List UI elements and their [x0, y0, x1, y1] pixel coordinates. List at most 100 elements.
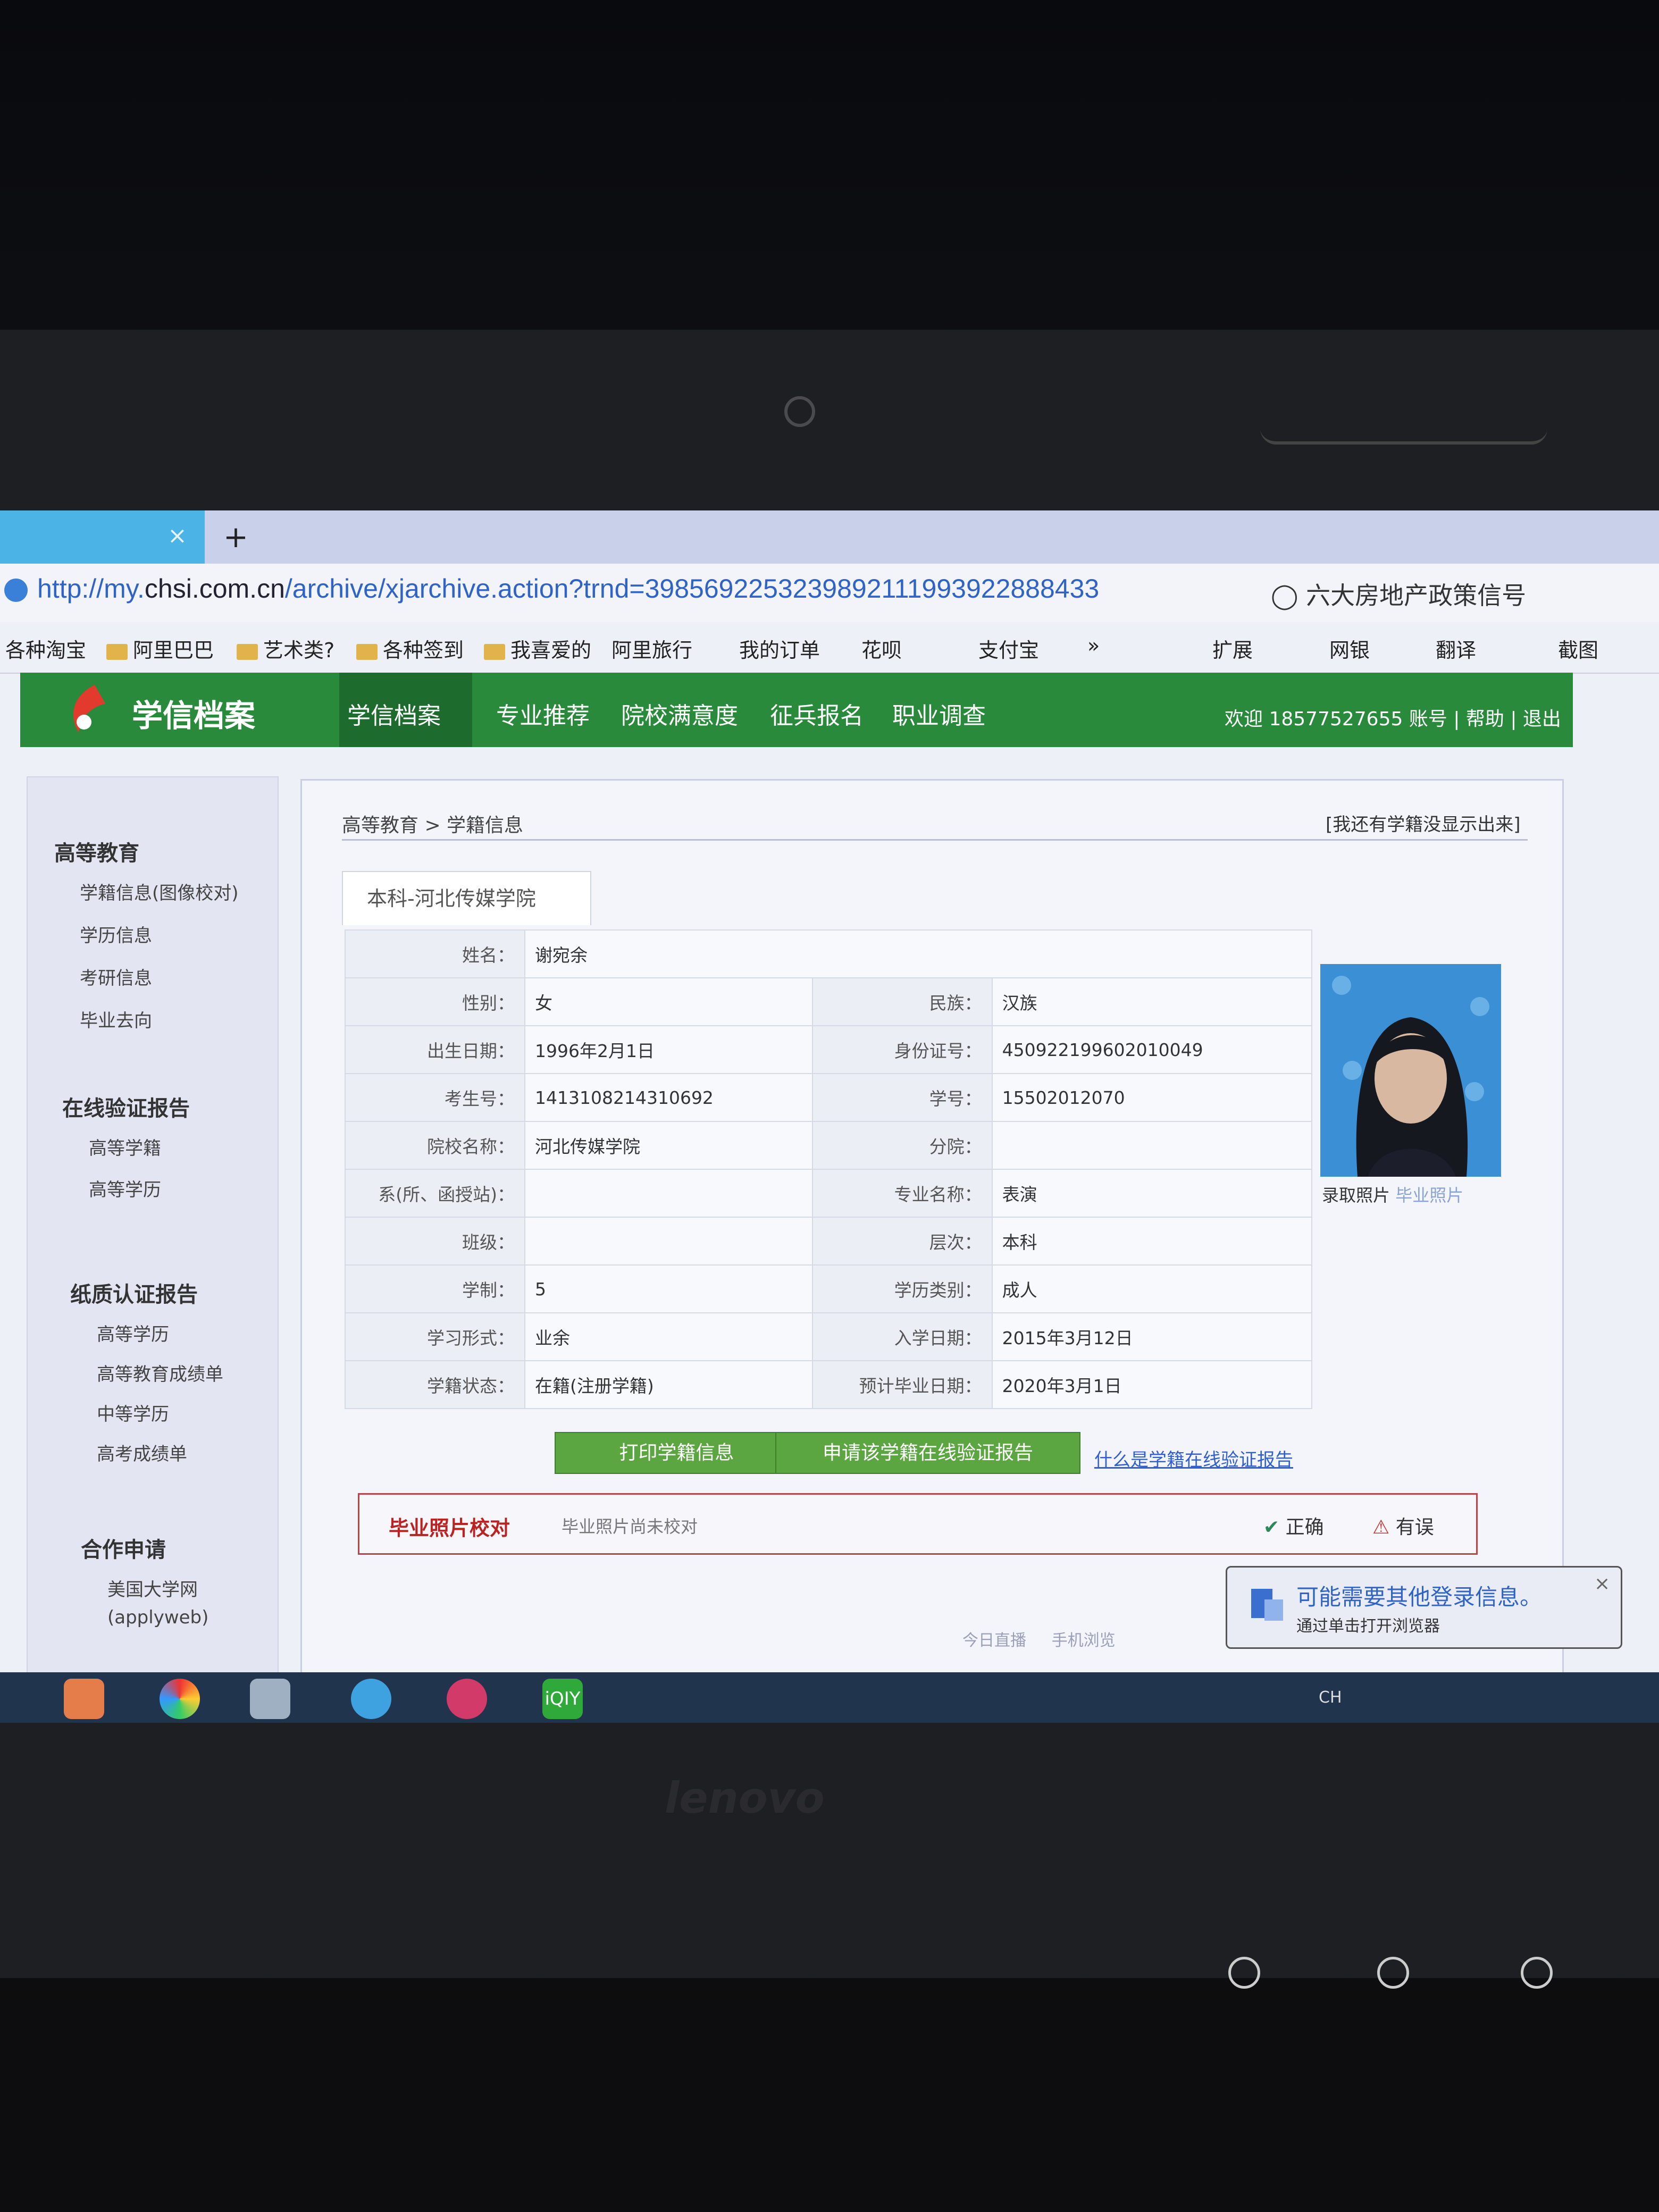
bookmark-item[interactable]: 花呗	[861, 634, 902, 663]
toolbar-screenshot[interactable]: 截图	[1558, 634, 1598, 663]
search-text: 六大房地产政策信号	[1306, 581, 1527, 610]
logout-link[interactable]: 退出	[1523, 708, 1561, 730]
bookmarks-more[interactable]: »	[1087, 634, 1100, 657]
table-row: 系(所、函授站)： 专业名称： 表演	[345, 1169, 1313, 1218]
sidebar-item-online-xueli[interactable]: 高等学历	[89, 1175, 161, 1201]
webcam	[784, 396, 815, 427]
field-class	[524, 1217, 813, 1266]
admission-photo	[1320, 964, 1501, 1177]
bookmark-label: 阿里巴巴	[133, 639, 214, 662]
welcome-text[interactable]: 欢迎 18577527655 账号	[1225, 708, 1447, 730]
media-player-icon[interactable]	[64, 1679, 104, 1719]
bookmark-item[interactable]: 支付宝	[978, 634, 1039, 663]
photo-check-status: 毕业照片尚未校对	[562, 1516, 698, 1537]
bookmark-label: 我的订单	[739, 639, 820, 662]
apply-report-button[interactable]: 申请该学籍在线验证报告	[775, 1432, 1080, 1474]
field-id: 450922199602010049	[991, 1025, 1313, 1074]
logo-icon	[73, 685, 105, 733]
mobile-link[interactable]: 手机浏览	[1052, 1631, 1116, 1650]
sidebar-section-paper-report[interactable]: 纸质认证报告	[70, 1277, 198, 1308]
field-branch	[991, 1121, 1313, 1170]
bookmark-item[interactable]: 阿里巴巴	[106, 634, 214, 663]
bookmark-item[interactable]: 艺术类?	[237, 634, 334, 663]
welcome-bar: 欢迎 18577527655 账号 | 帮助 | 退出	[1225, 708, 1561, 730]
browser-taskbar-icon[interactable]	[250, 1679, 290, 1719]
nav-major-recommend[interactable]: 专业推荐	[496, 697, 590, 731]
site-logo-text[interactable]: 学信档案	[132, 691, 255, 735]
what-is-report-link[interactable]: 什么是学籍在线验证报告	[1094, 1445, 1293, 1471]
folder-icon	[237, 643, 258, 660]
sidebar-item-secondary[interactable]: 中等学历	[97, 1400, 169, 1426]
bookmark-label: 我喜爱的	[510, 639, 592, 662]
table-row: 学制： 5 学历类别： 成人	[345, 1264, 1313, 1313]
color-app-icon[interactable]	[160, 1679, 200, 1719]
sidebar-item-paper-xueli[interactable]: 高等学历	[97, 1320, 169, 1346]
tab-close-icon[interactable]: ×	[167, 522, 189, 549]
table-row: 姓名： 谢宛余	[345, 929, 1312, 978]
help-link[interactable]: 帮助	[1466, 708, 1504, 730]
photo-frame: × + http://my.chsi.com.cn/archive/xjarch…	[0, 0, 1659, 2212]
url-text[interactable]: http://my.chsi.com.cn/archive/xjarchive.…	[37, 573, 1099, 604]
nav-satisfaction[interactable]: 院校满意度	[621, 697, 738, 731]
search-app-icon[interactable]	[351, 1679, 391, 1719]
live-link[interactable]: 今日直播	[962, 1631, 1026, 1650]
new-tab-button[interactable]: +	[223, 520, 248, 555]
graduation-photo-label[interactable]: 毕业照片	[1395, 1185, 1463, 1205]
language-indicator[interactable]: CH	[1319, 1688, 1342, 1707]
field-student-no: 15502012070	[991, 1073, 1313, 1122]
error-button[interactable]: ⚠ 有误	[1372, 1512, 1434, 1539]
search-box[interactable]: ◯ 六大房地产政策信号	[1271, 576, 1526, 611]
field-label: 姓名：	[345, 929, 525, 978]
bookmark-label: 各种淘宝	[5, 639, 87, 662]
toolbar-bank[interactable]: 网银	[1329, 634, 1370, 663]
address-bar[interactable]: http://my.chsi.com.cn/archive/xjarchive.…	[0, 564, 1659, 623]
breadcrumb[interactable]: 高等教育 > 学籍信息	[342, 810, 523, 837]
bookmark-item[interactable]: 我喜爱的	[484, 634, 591, 663]
bookmark-item[interactable]: 各种签到	[356, 634, 464, 663]
field-name: 谢宛余	[524, 929, 1312, 978]
table-row: 出生日期： 1996年2月1日 身份证号： 450922199602010049	[345, 1025, 1313, 1074]
sidebar-item-xueji[interactable]: 学籍信息(图像校对)	[80, 878, 239, 904]
table-row: 学习形式： 业余 入学日期： 2015年3月12日	[345, 1312, 1313, 1361]
field-label: 专业名称：	[811, 1169, 993, 1218]
nav-archive[interactable]: 学信档案	[347, 697, 441, 731]
admission-photo-label[interactable]: 录取照片	[1322, 1185, 1390, 1205]
sidebar-item-gaokao[interactable]: 高考成绩单	[97, 1439, 187, 1465]
sidebar-item-xueli[interactable]: 学历信息	[80, 921, 152, 947]
bookmark-item[interactable]: 各种淘宝	[5, 634, 86, 663]
video-player-icon[interactable]	[447, 1679, 487, 1719]
correct-button[interactable]: ✔ 正确	[1263, 1512, 1324, 1539]
sidebar-section-higher-ed[interactable]: 高等教育	[54, 836, 139, 867]
nav-career-survey[interactable]: 职业调查	[892, 697, 986, 731]
sidebar-item-applyweb-sub[interactable]: (applyweb)	[107, 1607, 208, 1628]
folder-icon	[484, 643, 505, 660]
bookmark-item[interactable]: 阿里旅行	[611, 634, 692, 663]
login-notification[interactable]: 可能需要其他登录信息。 通过单击打开浏览器 ×	[1226, 1566, 1622, 1649]
toolbar-extension[interactable]: 扩展	[1212, 634, 1253, 663]
tab-school[interactable]: 本科-河北传媒学院	[342, 871, 591, 925]
field-label: 学籍状态：	[345, 1360, 525, 1409]
sidebar-section-online-report[interactable]: 在线验证报告	[62, 1091, 190, 1122]
field-label: 预计毕业日期：	[811, 1360, 993, 1409]
sidebar-item-transcript[interactable]: 高等教育成绩单	[97, 1360, 223, 1386]
field-school: 河北传媒学院	[524, 1121, 813, 1170]
url-domain: chsi.com.cn	[144, 574, 285, 604]
field-label: 学习形式：	[345, 1312, 525, 1361]
close-icon[interactable]: ×	[1594, 1573, 1610, 1595]
folder-icon	[106, 643, 128, 660]
field-label: 性别：	[345, 977, 525, 1026]
shield-icon	[1251, 1589, 1283, 1621]
sidebar-item-online-xueji[interactable]: 高等学籍	[89, 1134, 161, 1160]
sidebar-item-applyweb[interactable]: 美国大学网	[107, 1575, 198, 1601]
print-button[interactable]: 打印学籍信息	[555, 1432, 799, 1474]
nav-enlistment[interactable]: 征兵报名	[770, 697, 864, 731]
missing-record-link[interactable]: [我还有学籍没显示出来]	[1326, 810, 1521, 836]
sidebar-section-cooperation[interactable]: 合作申请	[81, 1532, 166, 1563]
keyboard	[0, 1999, 1659, 2212]
sidebar-item-kaoyan[interactable]: 考研信息	[80, 963, 152, 990]
toolbar-translate[interactable]: 翻译	[1436, 634, 1476, 663]
iqiyi-icon[interactable]: iQIY	[542, 1679, 583, 1719]
bookmark-item[interactable]: 我的订单	[739, 634, 820, 663]
field-entry-date: 2015年3月12日	[991, 1312, 1313, 1361]
sidebar-item-biye[interactable]: 毕业去向	[80, 1006, 152, 1032]
